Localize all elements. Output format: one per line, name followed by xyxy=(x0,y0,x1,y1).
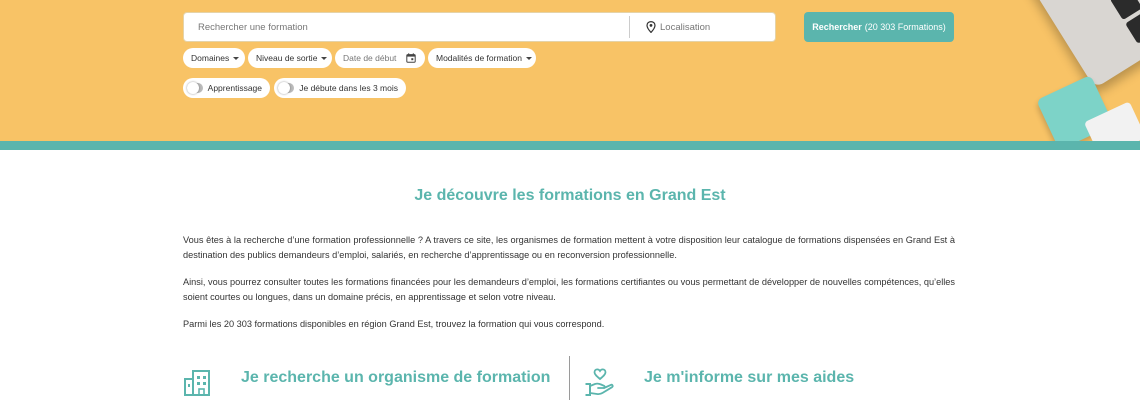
location-input[interactable] xyxy=(660,21,770,33)
hand-heart-icon xyxy=(585,368,614,396)
caret-down-icon xyxy=(321,56,328,60)
filter-label: Niveau de sortie xyxy=(256,53,318,63)
search-button[interactable]: Rechercher (20 303 Formations) xyxy=(804,12,954,42)
search-button-label: Rechercher xyxy=(812,22,862,32)
calendar-icon xyxy=(406,53,417,63)
building-icon xyxy=(184,370,210,396)
toggle-label: Apprentissage xyxy=(207,83,262,93)
filter-date-debut[interactable]: Date de début xyxy=(335,48,425,68)
cards-divider xyxy=(569,356,570,400)
intro-paragraph-2: Ainsi, vous pourrez consulter toutes les… xyxy=(183,277,955,302)
toggle-label: Je débute dans les 3 mois xyxy=(299,83,398,93)
filter-domaines[interactable]: Domaines xyxy=(183,48,245,68)
filter-label: Domaines xyxy=(191,53,230,63)
hero-banner: Rechercher (20 303 Formations) Domaines … xyxy=(0,0,1140,141)
card-aides[interactable]: Je m'informe sur mes aides xyxy=(644,369,854,387)
filter-niveau-sortie[interactable]: Niveau de sortie xyxy=(248,48,332,68)
intro-paragraph-1: Vous êtes à la recherche d’une formation… xyxy=(183,235,955,260)
location-field[interactable] xyxy=(630,13,775,41)
teal-divider-band xyxy=(0,141,1140,150)
caret-down-icon xyxy=(233,56,240,60)
search-bar xyxy=(183,12,776,42)
section-title: Je découvre les formations en Grand Est xyxy=(414,187,726,204)
toggle-switch[interactable] xyxy=(187,82,203,94)
filter-label: Modalités de formation xyxy=(436,53,522,63)
location-pin-icon xyxy=(646,21,656,33)
toggle-apprentissage[interactable]: Apprentissage xyxy=(183,78,270,98)
search-input[interactable] xyxy=(184,13,629,41)
caret-down-icon xyxy=(526,56,532,60)
filter-modalites[interactable]: Modalités de formation xyxy=(428,48,536,68)
toggle-debut-3-mois[interactable]: Je débute dans les 3 mois xyxy=(274,78,406,98)
card-organisme-formation[interactable]: Je recherche un organisme de formation xyxy=(241,369,550,387)
filter-label: Date de début xyxy=(343,53,397,63)
toggle-switch[interactable] xyxy=(278,82,295,94)
intro-paragraph-3: Parmi les 20 303 formations disponibles … xyxy=(183,319,605,329)
search-button-count: (20 303 Formations) xyxy=(864,22,946,32)
